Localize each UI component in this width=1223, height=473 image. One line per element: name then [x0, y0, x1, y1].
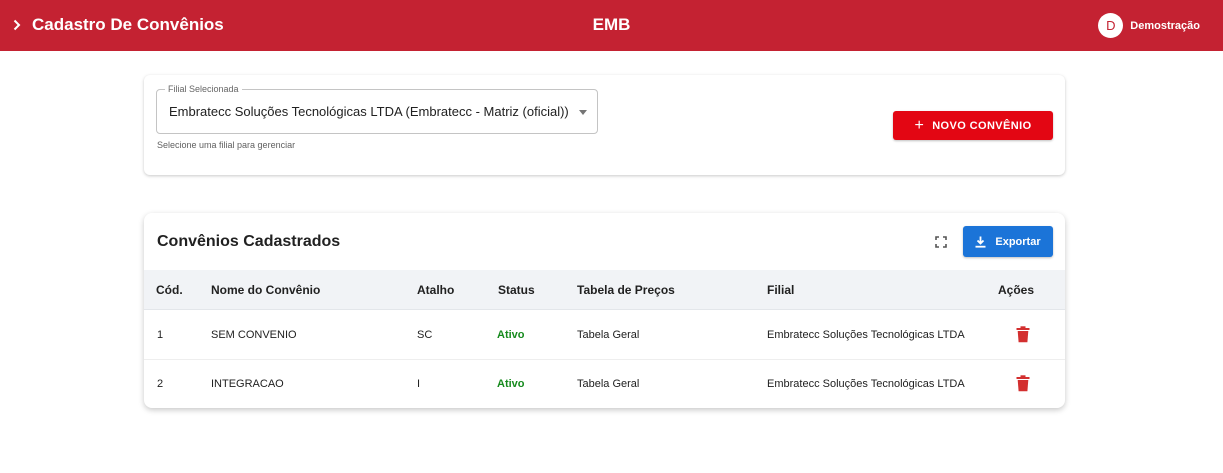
user-menu[interactable]: D Demostração [1098, 13, 1200, 38]
status-badge: Ativo [497, 329, 525, 341]
arrow-drop-down-icon[interactable] [579, 110, 587, 115]
avatar[interactable]: D [1098, 13, 1124, 38]
page-title: Cadastro De Convênios [32, 15, 224, 34]
cell-code: 2 [157, 378, 164, 390]
branch-select-helper: Selecione uma filial para gerenciar [157, 140, 296, 150]
cell-name: SEM CONVENIO [211, 329, 297, 341]
export-label: Exportar [995, 235, 1041, 248]
cell-code: 1 [157, 329, 164, 341]
cell-price-table: Tabela Geral [577, 329, 640, 341]
table-row[interactable]: 2 INTEGRACAO I Ativo Tabela Geral Embrat… [144, 360, 1065, 408]
fullscreen-icon[interactable] [934, 235, 948, 249]
new-agreement-button[interactable]: + NOVO CONVÊNIO [893, 111, 1053, 140]
delete-icon[interactable] [1016, 326, 1030, 343]
delete-icon[interactable] [1016, 375, 1030, 392]
app-header: Cadastro De Convênios EMB D Demostração [0, 0, 1223, 51]
cell-shortcut: SC [417, 329, 433, 341]
status-badge: Ativo [497, 378, 525, 390]
column-actions: Ações [998, 283, 1035, 297]
branch-select[interactable]: Filial Selecionada Embratecc Soluções Te… [156, 83, 598, 134]
column-branch[interactable]: Filial [767, 283, 794, 297]
plus-icon: + [914, 116, 925, 134]
agreements-card: Convênios Cadastrados Exportar Cód. Nome… [144, 213, 1065, 408]
column-name[interactable]: Nome do Convênio [211, 283, 320, 297]
branch-select-label: Filial Selecionada [165, 83, 242, 95]
chevron-right-icon[interactable] [10, 15, 24, 35]
table-row[interactable]: 1 SEM CONVENIO SC Ativo Tabela Geral Emb… [144, 311, 1065, 360]
column-code[interactable]: Cód. [156, 283, 183, 297]
cell-branch: Embratecc Soluções Tecnológicas LTDA [767, 378, 965, 390]
export-button[interactable]: Exportar [963, 226, 1053, 257]
column-status[interactable]: Status [498, 283, 535, 297]
cell-shortcut: I [417, 378, 421, 390]
section-title: Convênios Cadastrados [157, 233, 341, 250]
cell-price-table: Tabela Geral [577, 378, 640, 390]
filter-card: Filial Selecionada Embratecc Soluções Te… [144, 75, 1065, 175]
branch-select-value[interactable]: Embratecc Soluções Tecnológicas LTDA (Em… [169, 104, 569, 120]
cell-name: INTEGRACAO [211, 378, 284, 390]
cell-branch: Embratecc Soluções Tecnológicas LTDA [767, 329, 965, 341]
user-name: Demostração [1130, 19, 1200, 32]
new-agreement-label: NOVO CONVÊNIO [932, 119, 1032, 132]
column-price-table[interactable]: Tabela de Preços [577, 283, 675, 297]
download-icon [975, 236, 986, 248]
column-shortcut[interactable]: Atalho [417, 283, 454, 297]
table-header: Cód. Nome do Convênio Atalho Status Tabe… [144, 270, 1065, 310]
